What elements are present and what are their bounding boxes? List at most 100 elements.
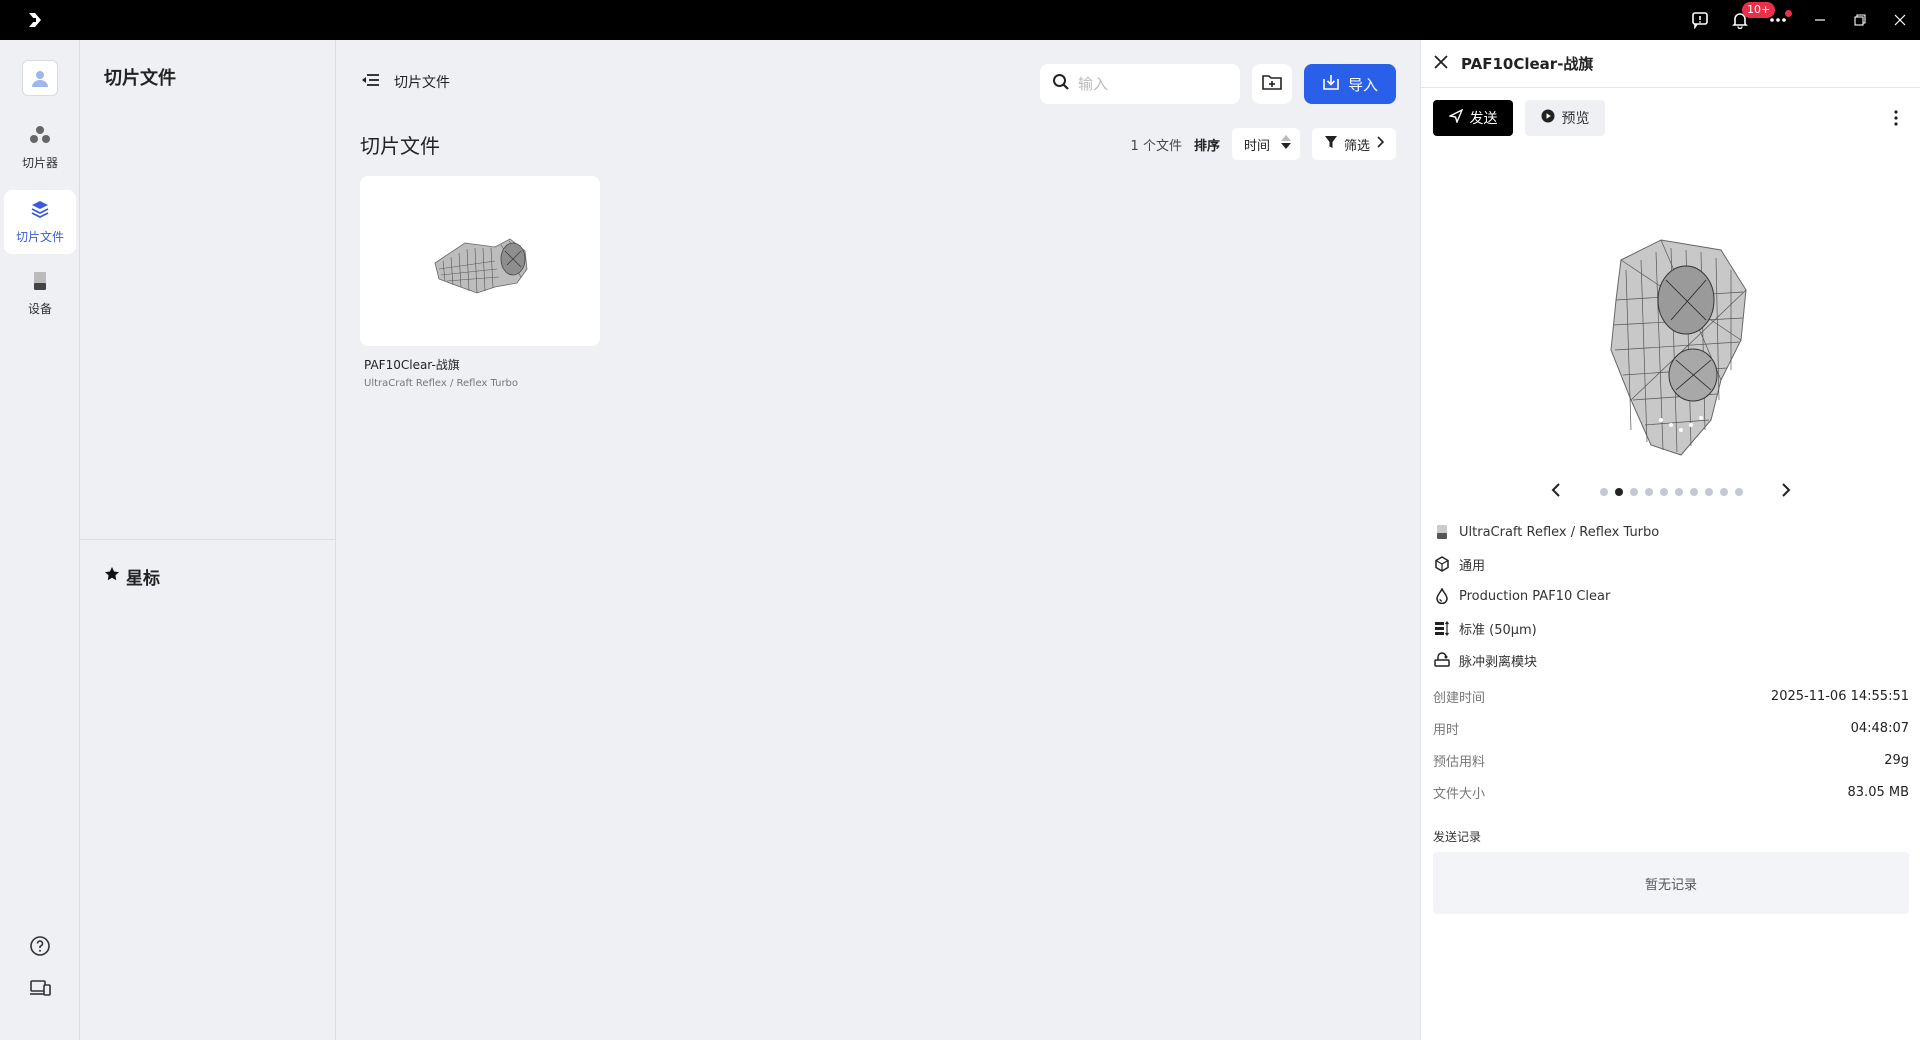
carousel-dot[interactable]: [1734, 488, 1743, 496]
printer-icon: [1433, 523, 1451, 541]
model-preview-image[interactable]: [1571, 230, 1771, 460]
send-log-empty: 暂无记录: [1433, 852, 1909, 914]
sort-value: 时间: [1243, 138, 1270, 154]
breadcrumb: 切片文件: [360, 72, 450, 92]
add-folder-icon: [1262, 73, 1282, 95]
spec-layer-height: 标准 (50μm): [1433, 612, 1909, 644]
search-input[interactable]: [1078, 75, 1228, 93]
import-label: 导入: [1347, 75, 1378, 94]
stat-value: 83.05 MB: [1847, 784, 1909, 800]
carousel-dot[interactable]: [1674, 488, 1683, 496]
spec-material-profile: 通用: [1433, 548, 1909, 580]
carousel-dot[interactable]: [1689, 488, 1698, 496]
sort-arrows-icon: [1280, 133, 1292, 155]
chevron-right-icon: [1376, 136, 1385, 152]
list-toolbar: 1 个文件 排序 时间 筛选: [1131, 128, 1396, 160]
avatar[interactable]: [22, 60, 58, 96]
file-stats: 创建时间 2025-11-06 14:55:51 用时 04:48:07 预估用…: [1433, 680, 1909, 808]
stat-key: 用时: [1433, 722, 1460, 738]
sidebar-title: 切片文件: [104, 68, 176, 89]
send-button[interactable]: 发送: [1433, 100, 1513, 136]
filter-button[interactable]: 筛选: [1311, 128, 1396, 160]
filter-icon: [1324, 135, 1338, 153]
spec-list: UltraCraft Reflex / Reflex Turbo 通用 Prod…: [1433, 516, 1909, 676]
breadcrumb-item[interactable]: 切片文件: [394, 72, 450, 92]
slicer-icon: [29, 125, 51, 148]
preview-label: 预览: [1561, 111, 1590, 127]
carousel-dot[interactable]: [1719, 488, 1728, 496]
send-label: 发送: [1469, 111, 1498, 127]
carousel-dot[interactable]: [1629, 488, 1638, 496]
filter-label: 筛选: [1343, 138, 1370, 154]
carousel-dot[interactable]: [1614, 488, 1623, 496]
file-count: 1 个文件: [1130, 138, 1182, 154]
peel-module-icon: [1433, 651, 1451, 669]
stat-value: 29g: [1884, 752, 1909, 768]
stat-created: 创建时间 2025-11-06 14:55:51: [1433, 680, 1909, 712]
spec-peel-module: 脉冲剥离模块: [1433, 644, 1909, 676]
layers-icon: [30, 199, 50, 222]
rail-item-slice-files[interactable]: 切片文件: [4, 190, 76, 254]
more-icon[interactable]: [1758, 0, 1798, 40]
sort-select[interactable]: 时间: [1231, 128, 1300, 160]
stat-file-size: 文件大小 83.05 MB: [1433, 776, 1909, 808]
send-log-label: 发送记录: [1433, 830, 1482, 844]
starred-label: 星标: [126, 569, 160, 589]
help-icon[interactable]: [26, 932, 54, 960]
restore-icon[interactable]: [1840, 0, 1880, 40]
carousel-dot[interactable]: [1599, 488, 1608, 496]
more-vertical-icon[interactable]: [1884, 106, 1908, 130]
import-icon: [1322, 73, 1340, 95]
rail-item-slicer[interactable]: 切片器: [4, 116, 76, 180]
nav-rail: 切片器 切片文件 设备: [0, 40, 80, 1040]
file-card[interactable]: PAF10Clear-战旗 UltraCraft Reflex / Reflex…: [360, 176, 600, 389]
title-bar: 10+: [0, 0, 1920, 40]
feedback-icon[interactable]: [1680, 0, 1720, 40]
detail-header: PAF10Clear-战旗: [1421, 40, 1920, 88]
stat-key: 创建时间: [1433, 690, 1486, 706]
chevron-right-icon[interactable]: [1781, 483, 1791, 501]
drop-icon: [1433, 587, 1451, 605]
search-box[interactable]: [1040, 64, 1240, 104]
preview-button[interactable]: 预览: [1525, 100, 1605, 136]
rail-item-label: 设备: [27, 302, 52, 316]
play-icon: [1541, 109, 1555, 127]
carousel-dot[interactable]: [1704, 488, 1713, 496]
close-icon[interactable]: [1880, 0, 1920, 40]
import-button[interactable]: 导入: [1304, 64, 1396, 104]
spec-text: UltraCraft Reflex / Reflex Turbo: [1459, 524, 1660, 540]
page-title: 切片文件: [360, 134, 440, 158]
stat-key: 预估用料: [1433, 754, 1486, 770]
stat-value: 2025-11-06 14:55:51: [1770, 688, 1909, 704]
printer-icon: [31, 271, 49, 294]
folder-sidebar: 切片文件 星标: [80, 40, 336, 1040]
close-icon[interactable]: [1433, 54, 1449, 74]
minimize-icon[interactable]: [1800, 0, 1840, 40]
rail-item-label: 切片文件: [15, 230, 64, 244]
devices-icon[interactable]: [26, 974, 54, 1002]
starred-section[interactable]: 星标: [104, 564, 160, 589]
spec-text: 通用: [1459, 558, 1486, 574]
spec-text: Production PAF10 Clear: [1459, 588, 1611, 604]
stat-duration: 用时 04:48:07: [1433, 712, 1909, 744]
carousel-dot[interactable]: [1644, 488, 1653, 496]
rail-item-devices[interactable]: 设备: [4, 262, 76, 326]
rail-item-label: 切片器: [21, 156, 58, 170]
sidebar-divider: [80, 539, 336, 540]
carousel-dot[interactable]: [1659, 488, 1668, 496]
app-logo-icon: [26, 11, 44, 29]
spec-printer: UltraCraft Reflex / Reflex Turbo: [1433, 516, 1909, 548]
image-carousel: [1551, 480, 1791, 504]
stat-value: 04:48:07: [1850, 720, 1909, 736]
spec-text: 标准 (50μm): [1459, 622, 1537, 638]
stat-key: 文件大小: [1433, 786, 1486, 802]
bell-icon[interactable]: 10+: [1720, 0, 1776, 40]
collapse-sidebar-icon[interactable]: [360, 72, 380, 92]
spec-text: 脉冲剥离模块: [1459, 654, 1538, 670]
stat-material: 预估用料 29g: [1433, 744, 1909, 776]
carousel-dots: [1599, 488, 1743, 496]
chevron-left-icon[interactable]: [1551, 483, 1561, 501]
new-folder-button[interactable]: [1252, 64, 1292, 104]
file-name: PAF10Clear-战旗: [364, 358, 460, 372]
file-detail-panel: PAF10Clear-战旗 发送 预览 UltraCraft Reflex / …: [1420, 40, 1920, 1040]
